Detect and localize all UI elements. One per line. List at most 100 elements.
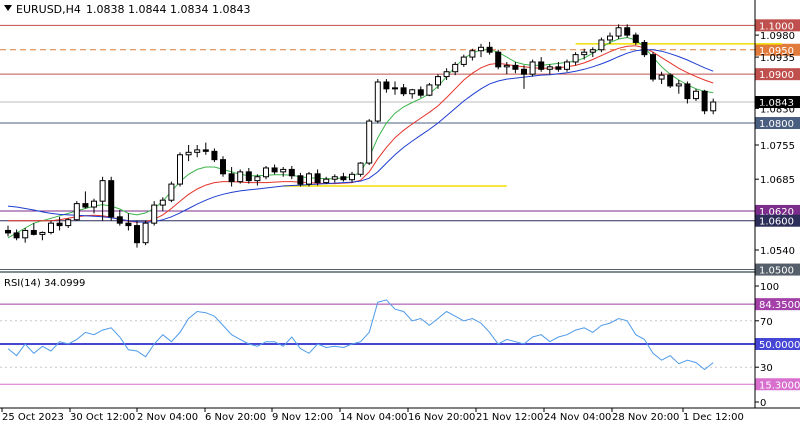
candle[interactable] [667, 73, 674, 88]
candle[interactable] [374, 79, 381, 124]
candle[interactable] [288, 166, 295, 180]
candle-body [529, 61, 536, 75]
candle[interactable] [228, 166, 235, 187]
candle[interactable] [435, 74, 441, 89]
candle[interactable] [211, 148, 218, 163]
candle[interactable] [572, 52, 579, 66]
candle[interactable] [452, 61, 459, 76]
candle[interactable] [366, 119, 373, 166]
rsi-tick-label: 70 [760, 317, 773, 328]
candle[interactable] [202, 142, 209, 155]
candle-body [220, 159, 226, 175]
candle[interactable] [177, 152, 183, 187]
candle[interactable] [340, 172, 347, 182]
candle[interactable] [297, 172, 304, 187]
candle-body [503, 64, 510, 68]
candle[interactable] [194, 145, 201, 158]
candle[interactable] [675, 80, 682, 94]
candle-body [667, 74, 674, 87]
candle[interactable] [220, 156, 226, 177]
candle[interactable] [469, 48, 476, 61]
candle[interactable] [13, 229, 20, 241]
candle[interactable] [56, 216, 63, 231]
candle[interactable] [134, 220, 140, 248]
candle-body [5, 229, 11, 234]
candle[interactable] [564, 59, 570, 72]
candle[interactable] [624, 24, 631, 38]
candle[interactable] [168, 181, 175, 203]
candle[interactable] [349, 171, 355, 183]
candle[interactable] [185, 145, 192, 162]
candle[interactable] [512, 61, 519, 74]
candle[interactable] [400, 83, 407, 97]
candle[interactable] [39, 231, 46, 241]
candle-body [589, 49, 596, 53]
candle[interactable] [426, 82, 433, 97]
candle[interactable] [641, 39, 648, 58]
collapse-triangle-icon[interactable] [4, 5, 12, 11]
candle[interactable] [331, 174, 338, 183]
candle[interactable] [357, 162, 364, 177]
candle[interactable] [99, 176, 106, 221]
candle[interactable] [263, 166, 269, 180]
candle[interactable] [5, 225, 11, 237]
candle[interactable] [460, 54, 467, 67]
candle[interactable] [632, 32, 639, 45]
candle[interactable] [65, 218, 72, 229]
candle-body [452, 63, 459, 73]
rsi-tick-label: 100 [760, 282, 779, 293]
candle[interactable] [486, 41, 493, 55]
candle[interactable] [495, 49, 502, 70]
candle-body [417, 89, 424, 96]
candle-body [374, 81, 381, 122]
candle[interactable] [650, 52, 656, 82]
candle[interactable] [151, 201, 158, 226]
candle-body [22, 229, 29, 239]
candle[interactable] [589, 47, 596, 58]
candle-body [271, 167, 278, 173]
candle[interactable] [142, 220, 149, 246]
candle[interactable] [125, 213, 132, 231]
candle[interactable] [108, 176, 115, 221]
candle[interactable] [306, 171, 312, 187]
candle-body [357, 162, 364, 175]
candle-body [538, 61, 545, 70]
candle[interactable] [271, 164, 278, 175]
candle[interactable] [392, 81, 398, 95]
ohlc-label: 1.0838 1.0844 1.0834 1.0843 [86, 3, 250, 16]
chart-window[interactable]: 1.1000 1.0950 1.0900 1.0800 1.0620 1.0600 1.05… [0, 0, 800, 426]
candle[interactable] [237, 169, 244, 184]
candle[interactable] [538, 57, 545, 72]
candle[interactable] [22, 228, 29, 243]
candle[interactable] [710, 98, 717, 115]
candle[interactable] [546, 64, 553, 75]
chart-canvas[interactable]: 1.10001.09501.09001.08001.06201.06001.05… [0, 0, 800, 426]
candles [5, 24, 717, 248]
candle[interactable] [598, 37, 605, 53]
candle[interactable] [684, 81, 691, 104]
candle[interactable] [417, 86, 424, 98]
candle-body [624, 27, 631, 36]
candle-body [443, 71, 450, 78]
candle[interactable] [383, 79, 390, 93]
candle[interactable] [658, 71, 665, 84]
candle[interactable] [529, 59, 536, 77]
candle[interactable] [48, 220, 54, 235]
candle[interactable] [409, 88, 416, 99]
candle[interactable] [478, 43, 484, 58]
candle-body [177, 154, 183, 185]
candle[interactable] [323, 176, 330, 185]
candle-body [48, 222, 54, 233]
candle[interactable] [245, 167, 252, 184]
candle[interactable] [30, 223, 37, 236]
candle-body [91, 200, 97, 208]
candle[interactable] [73, 201, 80, 221]
candle-body [572, 54, 579, 63]
candle[interactable] [82, 191, 89, 209]
candle[interactable] [701, 89, 708, 115]
candle[interactable] [116, 209, 123, 226]
candle[interactable] [693, 88, 699, 102]
candle[interactable] [581, 48, 588, 60]
time-label: 6 Nov 20:00 [205, 412, 266, 423]
candle[interactable] [615, 24, 622, 40]
